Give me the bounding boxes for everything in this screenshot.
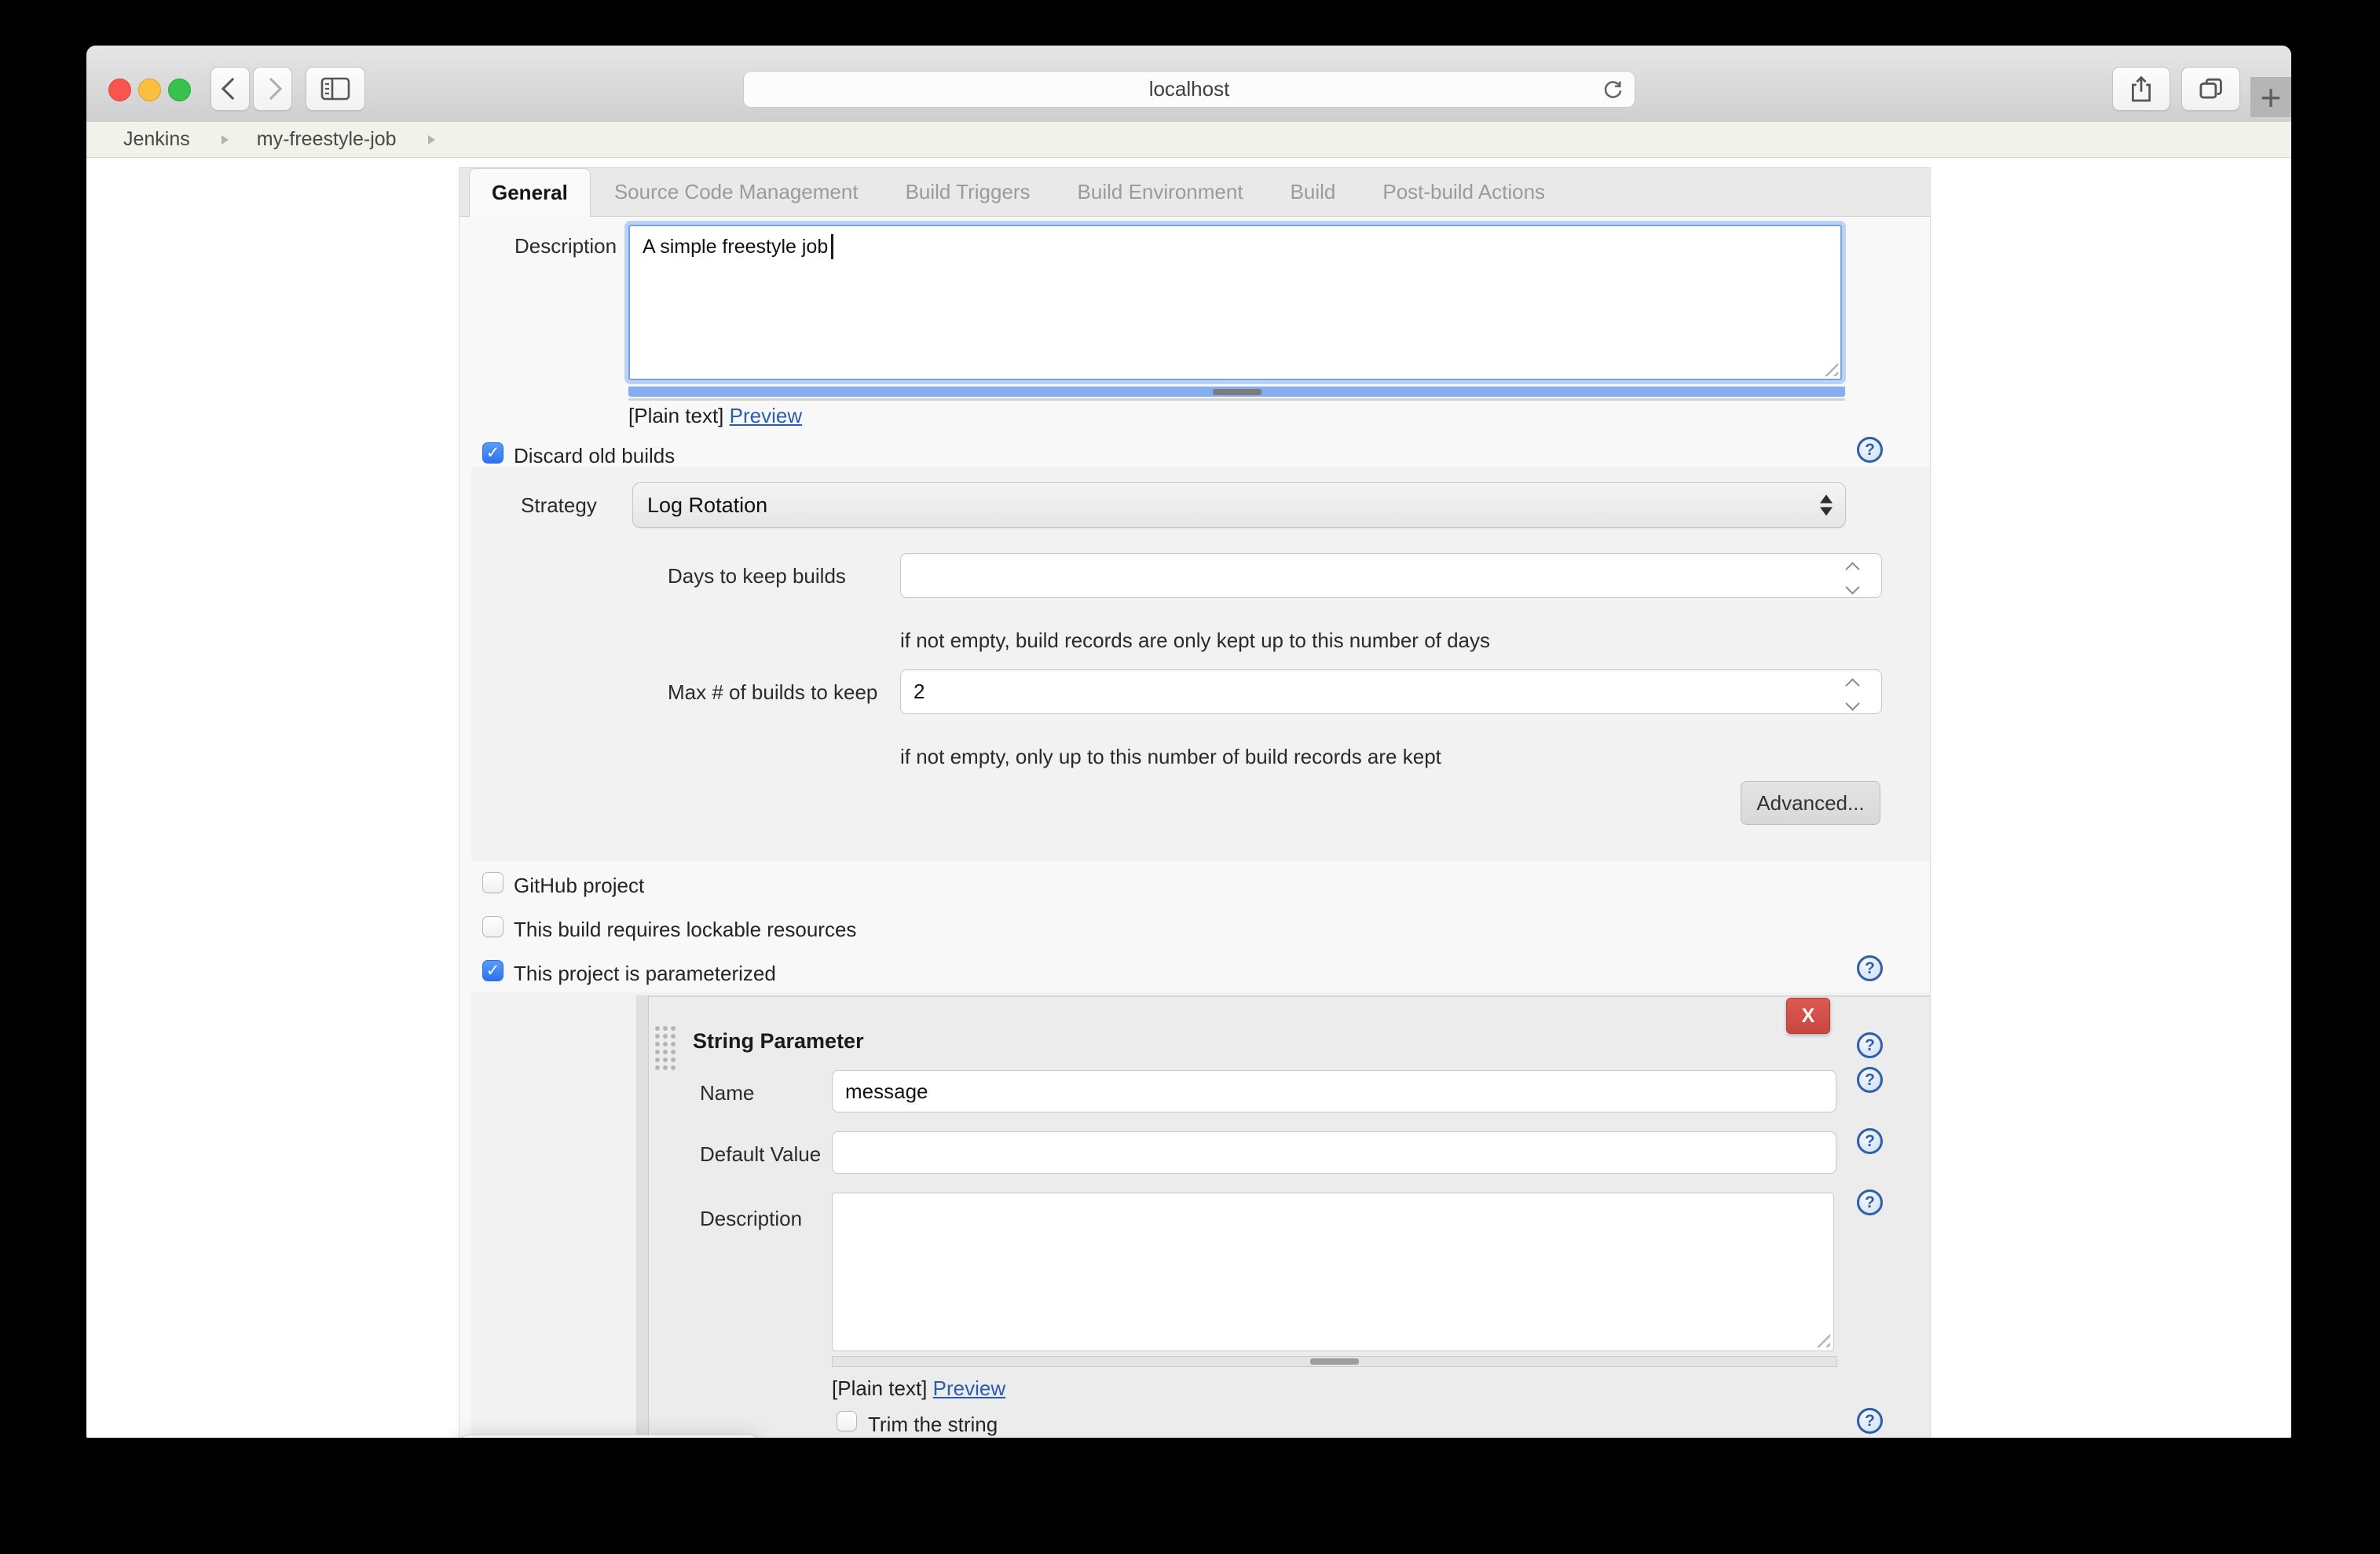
description-modeline: [Plain text] Preview	[628, 404, 802, 428]
advanced-button[interactable]: Advanced...	[1741, 781, 1880, 825]
param-description-wrap	[832, 1193, 1834, 1351]
github-project-checkbox[interactable]	[482, 872, 503, 893]
plain-text-note: [Plain text]	[628, 404, 723, 427]
show-tabs-button[interactable]	[2181, 67, 2240, 111]
config-tabbar: General Source Code Management Build Tri…	[460, 167, 1930, 217]
breadcrumb: Jenkins my-freestyle-job	[86, 122, 2291, 158]
drag-handle-icon[interactable]	[654, 1024, 677, 1073]
discard-old-builds-label[interactable]: Discard old builds	[514, 444, 675, 468]
discard-old-builds-checkbox[interactable]	[482, 442, 503, 464]
strategy-select[interactable]: Log Rotation	[632, 482, 1846, 528]
max-builds-input[interactable]	[900, 669, 1882, 714]
delete-parameter-button[interactable]: X	[1786, 998, 1830, 1034]
breadcrumb-jenkins[interactable]: Jenkins	[123, 128, 190, 151]
url-text: localhost	[1149, 77, 1230, 101]
tabs-overview-icon	[2198, 76, 2224, 101]
zoom-window-button[interactable]	[168, 79, 191, 101]
help-icon[interactable]: ?	[1857, 437, 1883, 463]
number-spinner-icon[interactable]	[1847, 680, 1858, 709]
param-description-textarea[interactable]	[832, 1193, 1834, 1351]
help-icon[interactable]: ?	[1857, 1032, 1883, 1058]
parameter-drag-strip[interactable]	[636, 995, 649, 1438]
preview-link[interactable]: Preview	[933, 1376, 1005, 1400]
days-to-keep-label: Days to keep builds	[668, 564, 846, 588]
param-default-label: Default Value	[700, 1142, 821, 1167]
textarea-drag-handle[interactable]	[628, 387, 1845, 397]
lockable-resources-checkbox[interactable]	[482, 916, 503, 937]
strategy-label: Strategy	[521, 493, 597, 518]
trim-string-checkbox[interactable]	[837, 1411, 857, 1431]
textarea-drag-handle[interactable]	[832, 1356, 1837, 1367]
plain-text-note: [Plain text]	[832, 1376, 927, 1400]
param-description-label: Description	[700, 1207, 802, 1231]
forward-button[interactable]	[253, 67, 292, 111]
description-field-wrap: A simple freestyle job	[628, 225, 1842, 380]
tab-build[interactable]: Build	[1267, 168, 1360, 216]
help-icon[interactable]: ?	[1857, 955, 1883, 981]
sidebar-toggle-button[interactable]	[306, 67, 365, 111]
parameterized-checkbox[interactable]	[482, 960, 503, 981]
number-spinner-icon[interactable]	[1847, 564, 1858, 592]
days-to-keep-input[interactable]	[900, 553, 1882, 598]
param-name-label: Name	[700, 1081, 754, 1105]
github-project-label[interactable]: GitHub project	[514, 874, 644, 898]
save-bar: Save Apply	[459, 1435, 760, 1438]
minimize-window-button[interactable]	[138, 79, 161, 101]
help-icon[interactable]: ?	[1857, 1067, 1883, 1093]
param-modeline: [Plain text] Preview	[832, 1376, 1005, 1401]
back-button[interactable]	[211, 67, 250, 111]
days-help-text: if not empty, build records are only kep…	[900, 629, 1490, 653]
help-icon[interactable]: ?	[1857, 1408, 1883, 1434]
tab-build-environment[interactable]: Build Environment	[1054, 168, 1267, 216]
tab-source-code-management[interactable]: Source Code Management	[591, 168, 882, 216]
lockable-resources-label[interactable]: This build requires lockable resources	[514, 918, 856, 942]
breadcrumb-chevron-icon	[428, 135, 435, 145]
new-tab-button[interactable]: +	[2250, 77, 2291, 117]
forward-icon	[259, 78, 281, 100]
browser-toolbar: localhost	[86, 46, 2291, 123]
breadcrumb-job[interactable]: my-freestyle-job	[257, 128, 397, 151]
max-help-text: if not empty, only up to this number of …	[900, 745, 1441, 769]
browser-window: localhost	[86, 46, 2291, 1438]
form-right-border	[1930, 167, 1931, 1438]
handle-shadow	[628, 398, 1845, 401]
help-icon[interactable]: ?	[1857, 1189, 1883, 1215]
sidebar-icon	[320, 77, 350, 101]
tab-general[interactable]: General	[469, 168, 591, 217]
breadcrumb-chevron-icon	[222, 135, 229, 145]
back-icon	[221, 78, 243, 100]
share-button[interactable]	[2112, 67, 2170, 111]
jenkins-config-page: General Source Code Management Build Tri…	[86, 158, 2291, 1438]
preview-link[interactable]: Preview	[730, 404, 802, 427]
parameterized-label[interactable]: This project is parameterized	[514, 962, 776, 986]
text-caret	[831, 234, 833, 259]
description-label: Description	[514, 234, 617, 258]
trim-string-label[interactable]: Trim the string	[868, 1413, 998, 1437]
reload-icon[interactable]	[1601, 78, 1625, 102]
parameter-title: String Parameter	[693, 1029, 864, 1054]
tab-build-triggers[interactable]: Build Triggers	[882, 168, 1054, 216]
address-bar[interactable]: localhost	[743, 71, 1635, 108]
param-name-input[interactable]	[832, 1070, 1836, 1112]
select-arrows-icon	[1820, 495, 1833, 516]
close-window-button[interactable]	[108, 79, 131, 101]
max-builds-label: Max # of builds to keep	[668, 680, 877, 705]
share-icon	[2129, 75, 2153, 103]
help-icon[interactable]: ?	[1857, 1128, 1883, 1154]
param-default-input[interactable]	[832, 1131, 1836, 1174]
tab-post-build-actions[interactable]: Post-build Actions	[1359, 168, 1569, 216]
description-textarea[interactable]: A simple freestyle job	[628, 225, 1842, 380]
strategy-value: Log Rotation	[647, 493, 767, 518]
